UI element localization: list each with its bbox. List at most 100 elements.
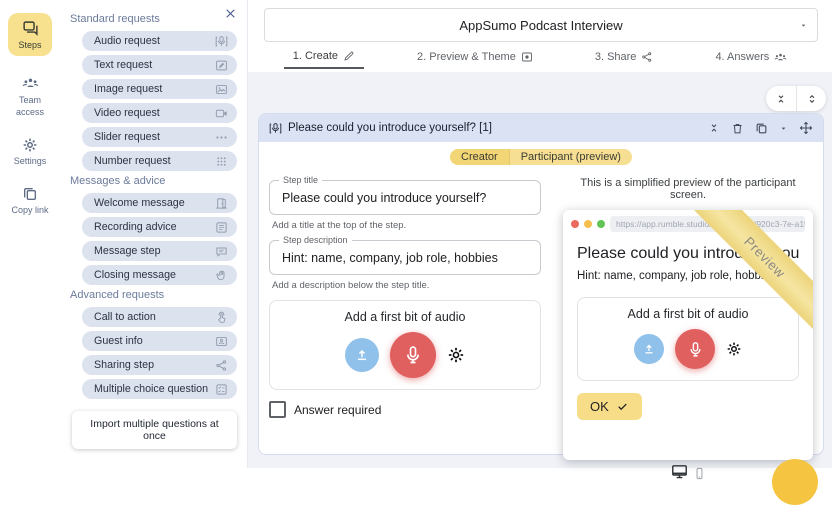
rail-item-team-access[interactable]: Team access: [6, 75, 54, 118]
tab-label: 3. Share: [594, 51, 637, 63]
step-type-number-request[interactable]: Number request: [82, 151, 237, 171]
video-camera-icon: [215, 107, 228, 120]
tab-create[interactable]: 1. Create: [283, 46, 364, 69]
step-type-slider-request[interactable]: Slider request: [82, 127, 237, 147]
import-questions-button[interactable]: Import multiple questions at once: [72, 411, 237, 449]
pencil-icon: [343, 50, 355, 62]
answer-required-label: Answer required: [294, 402, 382, 417]
step-title-value: Please could you introduce yourself?: [282, 191, 487, 205]
item-label: Image request: [94, 83, 163, 95]
step-type-audio-request[interactable]: Audio request: [82, 31, 237, 51]
copy-icon: [22, 186, 38, 202]
door-icon: [215, 197, 228, 210]
check-icon: [616, 400, 629, 413]
step-title-field[interactable]: Step title Please could you introduce yo…: [269, 175, 541, 215]
item-label: Text request: [94, 59, 153, 71]
item-label: Audio request: [94, 35, 160, 47]
mobile-icon[interactable]: [693, 467, 706, 480]
preview-audio-box: Add a first bit of audio: [577, 297, 799, 381]
step-type-guest-info[interactable]: Guest info: [82, 331, 237, 351]
step-menu-caret-icon[interactable]: [779, 124, 788, 133]
section-title-standard-requests: Standard requests: [70, 13, 160, 25]
step-type-text-request[interactable]: Text request: [82, 55, 237, 75]
mic-icon: [687, 341, 704, 358]
rail-label-copy-link: Copy link: [11, 205, 49, 215]
duplicate-step-icon[interactable]: [755, 122, 768, 135]
audio-settings-icon[interactable]: [447, 346, 465, 364]
section-title-advanced-requests: Advanced requests: [70, 289, 165, 301]
preview-icon: [521, 51, 533, 63]
rail-item-steps[interactable]: Steps: [8, 13, 52, 57]
step-type-image-request[interactable]: Image request: [82, 79, 237, 99]
tab-label: 2. Preview & Theme: [417, 51, 516, 63]
collapse-step-icon[interactable]: [708, 122, 720, 134]
step-type-closing-message[interactable]: Closing message: [82, 265, 237, 285]
preview-step-hint: Hint: name, company, job role, hobbies: [577, 270, 776, 282]
answer-required-checkbox[interactable]: Answer required: [269, 401, 541, 418]
share-icon: [641, 51, 653, 63]
traffic-light-green: [597, 220, 605, 228]
upload-audio-button[interactable]: [345, 338, 379, 372]
item-label: Recording advice: [94, 221, 177, 233]
step-types-panel: Standard requests Audio request Text req…: [60, 0, 248, 468]
waving-hand-icon: [215, 269, 228, 282]
tab-preview-theme[interactable]: 2. Preview & Theme: [408, 46, 542, 69]
interview-title-select[interactable]: AppSumo Podcast Interview: [264, 8, 818, 42]
number-pad-icon: [215, 155, 228, 168]
groups-icon: [774, 51, 787, 64]
item-label: Call to action: [94, 311, 156, 323]
wizard-tabs: 1. Create 2. Preview & Theme 3. Share 4.…: [248, 46, 832, 69]
step-description-field[interactable]: Step description Hint: name, company, jo…: [269, 235, 541, 275]
tab-answers[interactable]: 4. Answers: [706, 46, 796, 69]
topbar: AppSumo Podcast Interview 1. Create 2. P…: [248, 8, 832, 80]
fab-button[interactable]: [772, 459, 818, 505]
expand-all-button[interactable]: [796, 86, 826, 111]
checkbox-icon: [269, 401, 286, 418]
step-type-message-step[interactable]: Message step: [82, 241, 237, 261]
steps-icon: [22, 20, 39, 37]
tab-share[interactable]: 3. Share: [586, 46, 663, 69]
desktop-icon[interactable]: [671, 463, 688, 480]
toggle-participant[interactable]: Participant (preview): [508, 149, 632, 165]
step-card-header[interactable]: Please could you introduce yourself? [1]: [259, 114, 823, 142]
step-type-sharing-step[interactable]: Sharing step: [82, 355, 237, 375]
url-bar: https://app.rumble.studio/forms/open/920…: [610, 216, 805, 232]
close-icon[interactable]: [224, 7, 237, 20]
pencil-box-icon: [215, 59, 228, 72]
preview-caption: This is a simplified preview of the part…: [580, 177, 796, 201]
delete-step-icon[interactable]: [731, 122, 744, 135]
step-type-video-request[interactable]: Video request: [82, 103, 237, 123]
participant-preview: This is a simplified preview of the part…: [563, 174, 813, 480]
mic-icon: [269, 122, 282, 135]
rail-label-team-access: Team access: [15, 95, 44, 117]
record-audio-button[interactable]: [390, 332, 436, 378]
share-icon: [215, 359, 228, 372]
step-type-welcome-message[interactable]: Welcome message: [82, 193, 237, 213]
traffic-light-yellow: [584, 220, 592, 228]
collapse-all-button[interactable]: [766, 86, 796, 111]
toggle-creator[interactable]: Creator: [450, 149, 509, 165]
move-step-icon[interactable]: [799, 121, 813, 135]
step-form: Step title Please could you introduce yo…: [269, 174, 541, 441]
unfold-less-icon: [775, 93, 787, 105]
preview-upload-button[interactable]: [634, 334, 664, 364]
item-label: Welcome message: [94, 197, 185, 209]
preview-audio-settings-icon[interactable]: [726, 341, 742, 357]
list-icon: [215, 221, 228, 234]
item-label: Multiple choice question: [94, 383, 209, 395]
item-label: Closing message: [94, 269, 176, 281]
item-label: Slider request: [94, 131, 160, 143]
rail-label-steps: Steps: [18, 40, 42, 50]
ok-button[interactable]: OK: [577, 393, 642, 420]
browser-top-bar: https://app.rumble.studio/forms/open/920…: [563, 210, 813, 236]
preview-browser-window: https://app.rumble.studio/forms/open/920…: [563, 210, 813, 460]
traffic-light-red: [571, 220, 579, 228]
rail-item-settings[interactable]: Settings: [6, 137, 54, 167]
preview-record-button[interactable]: [675, 329, 715, 369]
slider-icon: [215, 131, 228, 144]
step-type-multiple-choice[interactable]: Multiple choice question: [82, 379, 237, 399]
step-type-recording-advice[interactable]: Recording advice: [82, 217, 237, 237]
image-icon: [215, 83, 228, 96]
rail-item-copy-link[interactable]: Copy link: [6, 186, 54, 216]
step-type-call-to-action[interactable]: Call to action: [82, 307, 237, 327]
